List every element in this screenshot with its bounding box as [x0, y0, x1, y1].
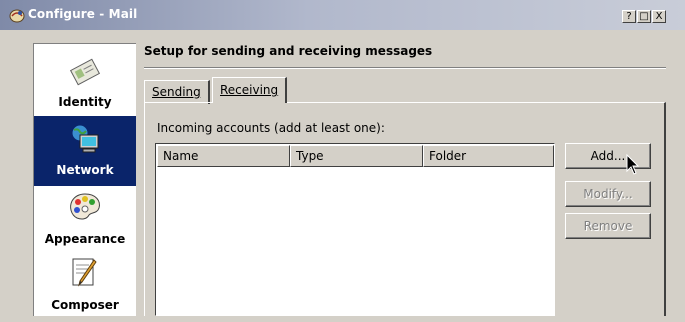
maximize-button[interactable]: □ [637, 10, 651, 23]
sidebar-item-label: Identity [58, 95, 112, 109]
sidebar-item-appearance[interactable]: Appearance [34, 186, 136, 256]
tab-label: Sending [152, 85, 201, 99]
palette-icon [68, 192, 102, 225]
sidebar-item-label: Composer [51, 298, 119, 312]
title-bar[interactable]: Configure - Mail ? □ X [0, 0, 685, 30]
page-heading: Setup for sending and receiving messages [144, 44, 433, 58]
kmail-app-icon [8, 7, 26, 23]
heading-divider [144, 67, 666, 69]
help-button[interactable]: ? [622, 10, 636, 23]
column-header-type[interactable]: Type [290, 145, 423, 167]
sidebar-item-label: Appearance [44, 232, 126, 246]
remove-account-button[interactable]: Remove [565, 213, 651, 239]
mouse-pointer-icon [626, 153, 640, 176]
sidebar-item-network[interactable]: Network [34, 116, 136, 186]
modify-account-button[interactable]: Modify... [565, 181, 651, 207]
identity-card-icon [69, 58, 101, 89]
window-title: Configure - Mail [28, 7, 138, 21]
compose-pencil-icon [70, 256, 100, 293]
column-header-name[interactable]: Name [157, 145, 290, 167]
category-sidebar: Identity Network Appearance Composer [33, 43, 136, 316]
close-button[interactable]: X [652, 10, 666, 23]
tab-label: Receiving [220, 83, 279, 97]
network-computer-icon [68, 123, 102, 158]
incoming-accounts-label: Incoming accounts (add at least one): [157, 121, 385, 135]
sidebar-item-label: Network [56, 163, 114, 177]
incoming-accounts-list[interactable]: Name Type Folder [155, 143, 555, 316]
sidebar-item-composer[interactable]: Composer [34, 252, 136, 322]
tab-receiving[interactable]: Receiving [212, 77, 288, 103]
sidebar-item-identity[interactable]: Identity [34, 44, 136, 114]
column-header-folder[interactable]: Folder [423, 145, 554, 167]
tab-sending[interactable]: Sending [144, 80, 210, 104]
